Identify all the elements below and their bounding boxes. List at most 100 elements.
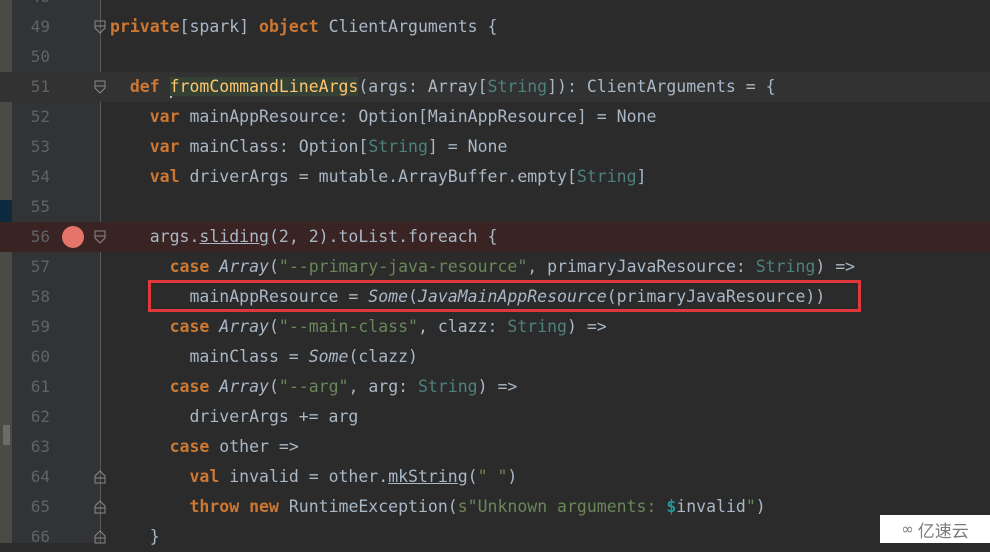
code-line[interactable]: 65 throw new RuntimeException(s"Unknown … <box>0 492 990 522</box>
code-text: case Array("--arg", arg: String) => <box>110 372 518 402</box>
code-token: driverArgs = mutable.ArrayBuffer.empty[ <box>179 167 577 186</box>
fold-collapse-icon[interactable] <box>94 80 106 94</box>
code-token: , primaryJavaResource: <box>527 257 756 276</box>
line-number[interactable]: 51 <box>20 72 50 102</box>
line-number[interactable]: 61 <box>20 372 50 402</box>
code-token: (args: Array[ <box>358 77 488 96</box>
line-number[interactable]: 48 <box>20 0 50 12</box>
code-token: mainClass: Option[ <box>179 137 369 156</box>
code-token: mainAppResource: Option[MainAppResource]… <box>179 107 657 126</box>
code-token: (2, 2).toList.foreach { <box>268 227 498 246</box>
code-token: " <box>745 497 756 516</box>
code-line[interactable]: 64 val invalid = other.mkString(" ") <box>0 462 990 492</box>
line-number[interactable]: 49 <box>20 12 50 42</box>
code-token: driverArgs += arg <box>110 407 359 426</box>
code-token: throw <box>189 497 240 516</box>
code-token: Array <box>219 257 269 276</box>
cloud-logo-icon: ∞ <box>901 520 914 538</box>
code-token: [spark] <box>179 17 260 36</box>
code-token: , clazz: <box>417 317 508 336</box>
code-line[interactable]: 49 private[spark] object ClientArguments … <box>0 12 990 42</box>
code-text: case Array("--main-class", clazz: String… <box>110 312 607 342</box>
line-number[interactable]: 60 <box>20 342 50 372</box>
line-number[interactable]: 57 <box>20 252 50 282</box>
code-token: $ <box>666 497 677 516</box>
code-line[interactable]: 52 var mainAppResource: Option[MainAppRe… <box>0 102 990 132</box>
code-line[interactable]: 55 <box>0 192 990 222</box>
code-token: sliding <box>199 227 269 246</box>
code-line[interactable]: 56 args.sliding(2, 2).toList.foreach { <box>0 222 990 252</box>
line-number[interactable]: 62 <box>20 402 50 432</box>
code-token: RuntimeException( <box>278 497 458 516</box>
code-line[interactable]: 59 case Array("--main-class", clazz: Str… <box>0 312 990 342</box>
code-token: other => <box>209 437 299 456</box>
line-number[interactable]: 59 <box>20 312 50 342</box>
code-token: private <box>110 17 180 36</box>
code-text: def fromCommandLineArgs(args: Array[Stri… <box>110 72 776 102</box>
line-number[interactable]: 53 <box>20 132 50 162</box>
fold-end-icon[interactable] <box>94 500 106 514</box>
line-number[interactable]: 64 <box>20 462 50 492</box>
code-token: ( <box>268 317 279 336</box>
line-number[interactable]: 56 <box>20 222 50 252</box>
code-token: ]): ClientArguments = { <box>547 77 776 96</box>
line-number[interactable]: 55 <box>20 192 50 222</box>
code-line[interactable]: 62 driverArgs += arg <box>0 402 990 432</box>
line-number[interactable]: 65 <box>20 492 50 522</box>
code-line[interactable]: 54 val driverArgs = mutable.ArrayBuffer.… <box>0 162 990 192</box>
code-line[interactable]: 51 def fromCommandLineArgs(args: Array[S… <box>0 72 990 102</box>
code-token: ( <box>268 377 279 396</box>
code-token: , arg: <box>348 377 418 396</box>
code-text: val invalid = other.mkString(" ") <box>110 462 517 492</box>
code-token: case <box>169 437 210 456</box>
code-token: invalid <box>676 497 746 516</box>
code-line[interactable]: 50 <box>0 42 990 72</box>
code-token: ( <box>467 467 478 486</box>
fold-end-icon[interactable] <box>94 470 106 484</box>
code-token: String <box>368 137 428 156</box>
code-token: new <box>249 497 279 516</box>
code-line[interactable]: 60 mainClass = Some(clazz) <box>0 342 990 372</box>
code-token: s"Unknown arguments: <box>457 497 667 516</box>
code-line[interactable]: 48 <box>0 0 990 12</box>
code-token: var <box>149 137 180 156</box>
line-number[interactable]: 63 <box>20 432 50 462</box>
fold-collapse-icon[interactable] <box>94 230 106 244</box>
code-line[interactable]: 61 case Array("--arg", arg: String) => <box>0 372 990 402</box>
breakpoint-icon[interactable] <box>62 226 84 248</box>
line-number[interactable]: 58 <box>20 282 50 312</box>
line-number[interactable]: 50 <box>20 42 50 72</box>
code-text: val driverArgs = mutable.ArrayBuffer.emp… <box>110 162 647 192</box>
code-text: } <box>110 522 160 552</box>
code-line[interactable]: 63 case other => <box>0 432 990 462</box>
code-token: args. <box>110 227 200 246</box>
code-token: object <box>259 17 319 36</box>
fold-collapse-icon[interactable] <box>94 20 106 34</box>
code-token: "--main-class" <box>278 317 418 336</box>
code-line[interactable]: 57 case Array("--primary-java-resource",… <box>0 252 990 282</box>
code-token: Array <box>219 317 269 336</box>
code-token: ] = None <box>427 137 508 156</box>
fold-end-icon[interactable] <box>94 530 106 544</box>
code-token: case <box>169 257 210 276</box>
code-line[interactable]: 66 } <box>0 522 990 552</box>
code-line[interactable]: 53 var mainClass: Option[String] = None <box>0 132 990 162</box>
code-text: var mainAppResource: Option[MainAppResou… <box>110 102 657 132</box>
code-token: ) => <box>567 317 607 336</box>
line-number[interactable]: 66 <box>20 522 50 552</box>
line-number[interactable]: 52 <box>20 102 50 132</box>
code-text: var mainClass: Option[String] = None <box>110 132 508 162</box>
code-text: private[spark] object ClientArguments { <box>110 12 497 42</box>
line-number[interactable]: 54 <box>20 162 50 192</box>
